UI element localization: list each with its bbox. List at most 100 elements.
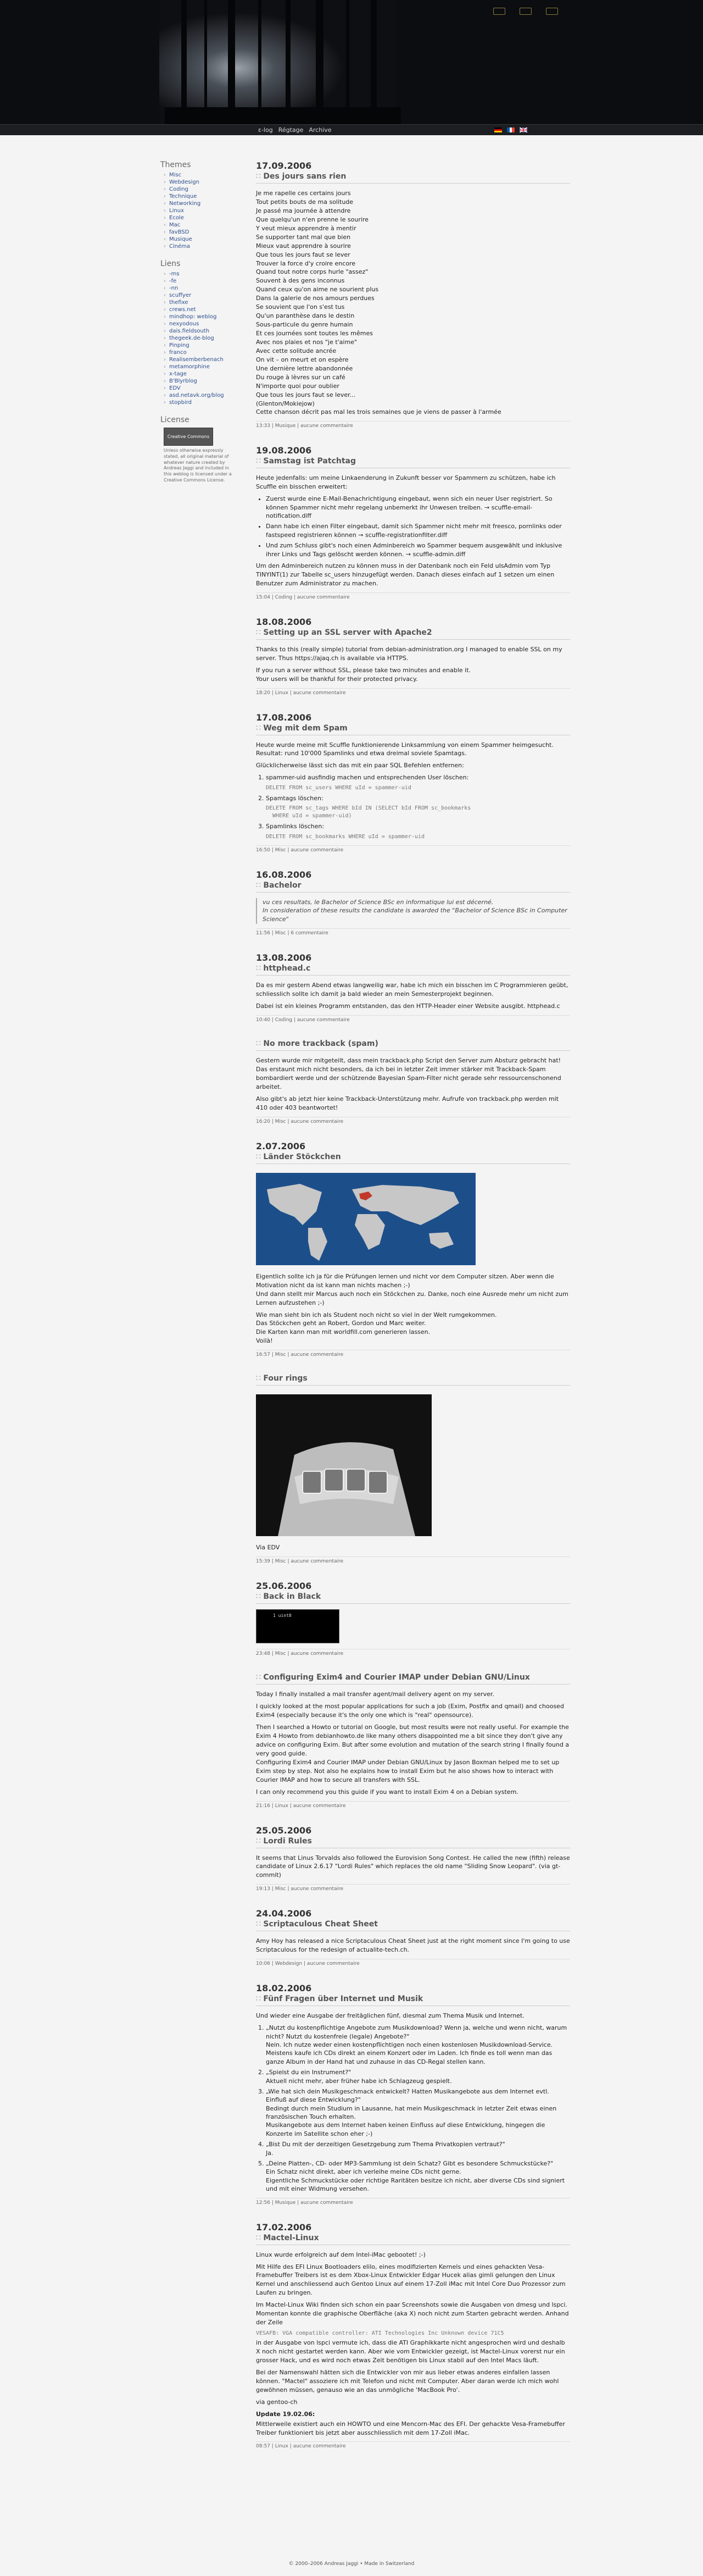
flag-fr-icon[interactable] (507, 128, 515, 132)
post-meta[interactable]: 16:50 | Misc | aucune commentaire (256, 845, 570, 853)
post-paragraph: Mittlerweile existiert auch ein HOWTO un… (256, 2420, 565, 2436)
link-item[interactable]: nexyodous (164, 321, 243, 327)
post-meta[interactable]: 23:48 | Misc | aucune commentaire (256, 1649, 570, 1657)
theme-item[interactable]: Webdesign (164, 179, 243, 185)
post-meta[interactable]: 12:56 | Musique | aucune commentaire (256, 2197, 570, 2206)
links-list: -ms-fe-nnscuffyer thefixecrews.netmindhop… (164, 271, 243, 406)
link-item[interactable]: crews.net (164, 307, 243, 313)
post-date: 17.08.2006 (256, 712, 312, 723)
post-meta[interactable]: 10:06 | Webdesign | aucune commentaire (256, 1959, 570, 1966)
site-header (0, 0, 703, 130)
theme-item[interactable]: Networking (164, 201, 243, 207)
link-item[interactable]: scuffyer (164, 292, 243, 298)
post-meta[interactable]: 10:40 | Coding | aucune commentaire (256, 1015, 570, 1023)
post-title[interactable]: Back in Black (256, 1592, 570, 1604)
link-item[interactable]: franco (164, 350, 243, 356)
link-item[interactable]: Pinping (164, 342, 243, 348)
link-item[interactable]: Realisemberbenach (164, 357, 243, 363)
post-meta[interactable]: 21:16 | Linux | aucune commentaire (256, 1801, 570, 1809)
post-title[interactable]: Weg mit dem Spam (256, 724, 570, 735)
flag-en-icon[interactable] (520, 128, 527, 132)
code-block: DELETE FROM sc_users WHERE uId = spammer… (266, 784, 411, 791)
link-item[interactable]: EDV (164, 385, 243, 391)
post-title[interactable]: Des jours sans rien (256, 172, 570, 184)
nav-elog[interactable]: ε-log (258, 126, 273, 134)
post-paragraph: Today I finally installed a mail transfe… (256, 1691, 494, 1698)
nav-bar: ε-log Régtage Archive (0, 124, 703, 136)
post: 25.05.2006 Lordi Rules It seems that Lin… (256, 1825, 570, 1892)
footer: © 2000–2006 Andreas Jaggi • Made in Swit… (288, 2561, 415, 2567)
post-title[interactable]: httphead.c (256, 964, 570, 976)
list-item: Zuerst wurde eine E-Mail-Benachrichtigun… (266, 495, 570, 520)
post: Four rings Via EDV 15:39 | Misc | aucune… (256, 1374, 570, 1564)
link-item[interactable]: -ms (164, 271, 243, 277)
link-item[interactable]: thefixe (164, 300, 243, 306)
creative-commons-badge[interactable]: Creative Commons (164, 428, 213, 446)
post-paragraph: Bei der Namenswahl hätten sich die Entwi… (256, 2368, 559, 2394)
link-item[interactable]: thegeek.de-blog (164, 335, 243, 341)
post-meta[interactable]: 16:57 | Misc | aucune commentaire (256, 1350, 570, 1358)
post-paragraph: Also gibt's ab jetzt hier keine Trackbac… (256, 1095, 559, 1111)
post-meta[interactable]: 16:20 | Misc | aucune commentaire (256, 1116, 570, 1124)
theme-item[interactable]: favBSD (164, 229, 243, 235)
link-item[interactable]: B'Blyrblog (164, 378, 243, 384)
link-item[interactable]: -fe (164, 278, 243, 284)
x-icon[interactable] (493, 8, 505, 15)
theme-item[interactable]: Technique (164, 193, 243, 200)
theme-item[interactable]: Cinéma (164, 243, 243, 250)
post-meta[interactable]: 13:33 | Musique | aucune commentaire (256, 421, 570, 429)
flag-de-icon[interactable] (494, 128, 502, 132)
list-item: Und zum Schluss gibt's noch einen Adminb… (266, 541, 570, 558)
post: 2.07.2006 Länder Stöckchen Eigentlich so… (256, 1141, 570, 1358)
post-meta[interactable]: 11:56 | Misc | 6 commentaire (256, 928, 570, 936)
post-title[interactable]: Bachelor (256, 881, 570, 893)
post: 16.08.2006 Bachelor vu ces resultats, le… (256, 869, 570, 936)
theme-item[interactable]: Mac (164, 222, 243, 228)
info-icon[interactable] (546, 8, 558, 15)
post-title[interactable]: Configuring Exim4 and Courier IMAP under… (256, 1673, 570, 1685)
post-title[interactable]: Setting up an SSL server with Apache2 (256, 628, 570, 640)
link-item[interactable]: dais.fieldsouth (164, 328, 243, 334)
mail-icon[interactable] (520, 8, 532, 15)
code-block: DELETE FROM sc_bookmarks WHERE uId = spa… (266, 833, 425, 840)
nav-reglage[interactable]: Régtage (278, 126, 304, 134)
link-item[interactable]: stopbird (164, 400, 243, 406)
link-item[interactable]: -nn (164, 285, 243, 291)
link-item[interactable]: x-tage (164, 371, 243, 377)
post-meta[interactable]: 08:57 | Linux | aucune commentaire (256, 2441, 570, 2449)
post-paragraph: Heute wurde meine mit Scuffle funktionie… (256, 741, 554, 757)
quote: vu ces resultats, le Bachelor of Science… (256, 898, 570, 924)
theme-item[interactable]: Coding (164, 186, 243, 192)
list-item: „Spielst du ein Instrument?" Aktuell nic… (266, 2068, 570, 2085)
post-paragraph: in der Ausgabe von lspci vermute ich, da… (256, 2339, 565, 2364)
post-date: 25.05.2006 (256, 1825, 312, 1836)
post: 19.08.2006 Samstag ist Patchtag Heute je… (256, 445, 570, 600)
post-meta[interactable]: 15:04 | Coding | aucune commentaire (256, 592, 570, 600)
post-title[interactable]: Four rings (256, 1374, 570, 1386)
post-title[interactable]: Scriptaculous Cheat Sheet (256, 1920, 570, 1932)
post-date: 16.08.2006 (256, 869, 312, 880)
post-title[interactable]: Lordi Rules (256, 1837, 570, 1848)
theme-item[interactable]: Musique (164, 236, 243, 242)
theme-item[interactable]: Misc (164, 172, 243, 178)
post-paragraph: Um den Adminbereich nutzen zu können mus… (256, 562, 555, 587)
post-title[interactable]: Fünf Fragen über Internet und Musik (256, 1995, 570, 2007)
post-meta[interactable]: 19:13 | Misc | aucune commentaire (256, 1884, 570, 1892)
post-meta[interactable]: 15:39 | Misc | aucune commentaire (256, 1556, 570, 1564)
post-meta[interactable]: 18:20 | Linux | aucune commentaire (256, 688, 570, 696)
theme-item[interactable]: Linux (164, 208, 243, 214)
themes-heading: Themes (160, 160, 191, 169)
nav-archive[interactable]: Archive (309, 126, 331, 134)
theme-item[interactable]: Ecole (164, 215, 243, 221)
world-map-image (256, 1172, 476, 1265)
link-item[interactable]: asd.netavk.org/blog (164, 392, 243, 398)
list-item: spammer-uid ausfindig machen und entspre… (266, 773, 570, 791)
post-title[interactable]: Länder Stöckchen (256, 1153, 570, 1164)
post-title[interactable]: Samstag ist Patchtag (256, 457, 570, 469)
link-item[interactable]: mindhop: weblog (164, 314, 243, 320)
post: 13.08.2006 httphead.c Da es mir gestern … (256, 952, 570, 1023)
post-title[interactable]: Mactel-Linux (256, 2234, 570, 2245)
post-title[interactable]: No more trackback (spam) (256, 1039, 570, 1051)
post: 25.06.2006 Back in Black 1 uint8 23:48 |… (256, 1581, 570, 1657)
link-item[interactable]: metamorphine (164, 364, 243, 370)
